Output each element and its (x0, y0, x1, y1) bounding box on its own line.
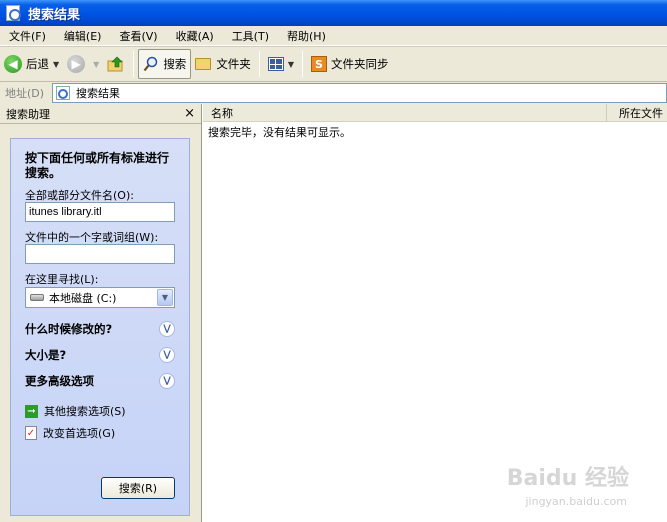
pane-header: 搜索助理 × (0, 104, 201, 124)
column-location[interactable]: 所在文件 (607, 104, 667, 122)
results-column-header: 名称 所在文件 (203, 104, 667, 122)
forward-dropdown-icon[interactable]: ▼ (93, 60, 99, 69)
close-icon[interactable]: × (184, 106, 195, 121)
toolbar: ◀ 后退 ▼ ▶ ▼ 搜索 文件夹 ▼ S 文件夹同步 (0, 46, 667, 82)
checklist-icon: ✓ (25, 426, 37, 440)
watermark-url: jingyan.baidu.com (525, 495, 627, 508)
menu-bar: 文件(F) 编辑(E) 查看(V) 收藏(A) 工具(T) 帮助(H) (0, 26, 667, 46)
pane-title: 搜索助理 (6, 107, 50, 121)
filename-input[interactable] (25, 202, 175, 222)
forward-button[interactable]: ▶ ▼ (63, 49, 103, 79)
search-button[interactable]: 搜索 (138, 49, 192, 79)
search-label: 搜索 (163, 57, 187, 71)
search-window-icon (6, 5, 21, 21)
toolbar-separator (258, 51, 260, 77)
window-title: 搜索结果 (28, 7, 81, 23)
toolbar-separator (133, 51, 135, 77)
lookin-select[interactable]: 本地磁盘 (C:) ▼ (25, 287, 175, 308)
search-assistant-pane: 搜索助理 × 按下面任何或所有标准进行搜索。 全部或部分文件名(O): 文件中的… (0, 104, 202, 522)
section-size[interactable]: 大小是? ⋁ (25, 346, 175, 364)
criteria-heading: 按下面任何或所有标准进行搜索。 (25, 151, 170, 180)
search-submit-button[interactable]: 搜索(R) (101, 477, 175, 499)
expand-chevron-icon[interactable]: ⋁ (159, 347, 175, 363)
watermark-logo: Baidu 经验 (506, 466, 629, 491)
lookin-label: 在这里寻找(L): (25, 273, 99, 286)
views-icon (267, 57, 284, 71)
menu-tools[interactable]: 工具(T) (223, 28, 278, 44)
no-results-message: 搜索完毕，没有结果可显示。 (208, 126, 351, 139)
back-label: 后退 (26, 57, 49, 71)
expand-chevron-icon[interactable]: ⋁ (159, 321, 175, 337)
other-options-label: 其他搜索选项(S) (44, 405, 126, 418)
menu-favorites[interactable]: 收藏(A) (167, 28, 223, 44)
search-criteria-panel: 按下面任何或所有标准进行搜索。 全部或部分文件名(O): 文件中的一个字或词组(… (10, 138, 190, 516)
address-value: 搜索结果 (76, 87, 120, 100)
toolbar-separator (301, 51, 303, 77)
phrase-input[interactable] (25, 244, 175, 264)
search-results-icon (56, 86, 70, 100)
menu-view[interactable]: 查看(V) (110, 28, 166, 44)
menu-edit[interactable]: 编辑(E) (55, 28, 111, 44)
back-button[interactable]: ◀ 后退 ▼ (0, 49, 63, 79)
views-button[interactable]: ▼ (264, 49, 298, 79)
up-folder-button[interactable] (103, 49, 129, 79)
green-arrow-icon: ➞ (25, 404, 38, 418)
views-dropdown-icon: ▼ (287, 59, 294, 69)
up-folder-icon (107, 56, 124, 72)
other-options-link[interactable]: ➞ 其他搜索选项(S) (25, 403, 126, 419)
address-label: 地址(D) (5, 87, 45, 100)
folders-button[interactable]: 文件夹 (191, 49, 255, 79)
phrase-label: 文件中的一个字或词组(W): (25, 231, 159, 244)
address-bar: 地址(D) 搜索结果 (0, 82, 667, 104)
back-dropdown-icon[interactable]: ▼ (53, 60, 59, 69)
sync-label: 文件夹同步 (330, 57, 389, 71)
section-advanced[interactable]: 更多高级选项 ⋁ (25, 372, 175, 390)
back-arrow-icon: ◀ (4, 55, 22, 73)
column-name[interactable]: 名称 (203, 104, 607, 122)
hard-drive-icon (30, 294, 44, 301)
magnifier-icon (143, 56, 158, 72)
folder-icon (195, 58, 212, 70)
forward-arrow-icon: ▶ (67, 55, 86, 73)
filename-label: 全部或部分文件名(O): (25, 189, 134, 202)
expand-chevron-icon[interactable]: ⋁ (159, 373, 175, 389)
folders-label: 文件夹 (216, 57, 251, 71)
title-bar: 搜索结果 (0, 0, 667, 26)
sync-icon: S (310, 56, 327, 72)
section-label: 大小是? (25, 348, 67, 362)
section-label: 更多高级选项 (25, 374, 94, 388)
section-date-modified[interactable]: 什么时候修改的? ⋁ (25, 320, 175, 338)
folder-sync-button[interactable]: S 文件夹同步 (307, 49, 393, 79)
address-field[interactable]: 搜索结果 (52, 83, 667, 103)
lookin-value: 本地磁盘 (C:) (49, 291, 117, 305)
menu-help[interactable]: 帮助(H) (278, 28, 335, 44)
change-prefs-label: 改变首选项(G) (43, 427, 116, 440)
menu-file[interactable]: 文件(F) (0, 28, 55, 44)
section-label: 什么时候修改的? (25, 322, 113, 336)
chevron-down-icon[interactable]: ▼ (157, 289, 173, 306)
change-preferences-link[interactable]: ✓ 改变首选项(G) (25, 425, 115, 441)
